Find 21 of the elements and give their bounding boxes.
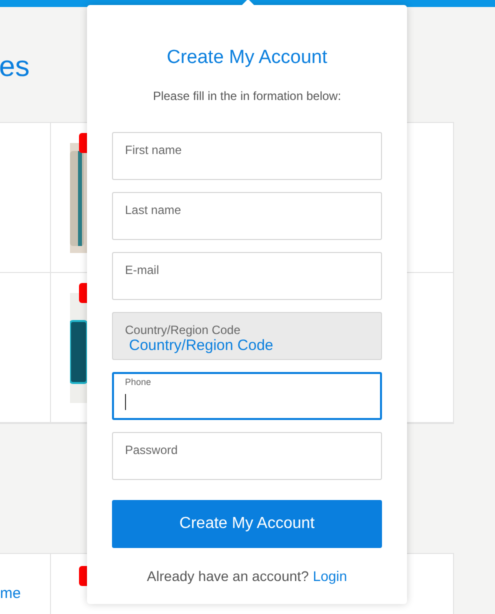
popup-title: Create My Account bbox=[166, 46, 328, 70]
login-link[interactable]: Login bbox=[312, 567, 348, 585]
product-link[interactable]: me bbox=[0, 585, 21, 602]
country-code-select[interactable]: Country/Region Code Country/Region Code bbox=[112, 312, 382, 360]
field-label: Last name bbox=[125, 202, 182, 218]
popup-subtitle: Please fill in the in formation below: bbox=[152, 89, 342, 103]
field-label: Country/Region Code bbox=[125, 323, 242, 337]
field-label: Phone bbox=[125, 376, 152, 388]
login-prompt: Already have an account? bbox=[146, 567, 309, 585]
field-label: E-mail bbox=[125, 262, 160, 278]
field-label: Password bbox=[125, 442, 179, 458]
input-field[interactable]: Phone bbox=[112, 372, 382, 420]
input-field[interactable]: Password bbox=[112, 432, 382, 480]
create-account-button[interactable]: Create My Account bbox=[112, 500, 382, 548]
page-heading: es bbox=[0, 51, 30, 83]
field-value: Country/Region Code bbox=[128, 337, 274, 354]
input-field[interactable]: Last name bbox=[112, 192, 382, 240]
input-field[interactable]: E-mail bbox=[112, 252, 382, 300]
input-field[interactable]: First name bbox=[112, 132, 382, 180]
field-label: First name bbox=[125, 142, 183, 158]
text-cursor bbox=[125, 394, 126, 410]
